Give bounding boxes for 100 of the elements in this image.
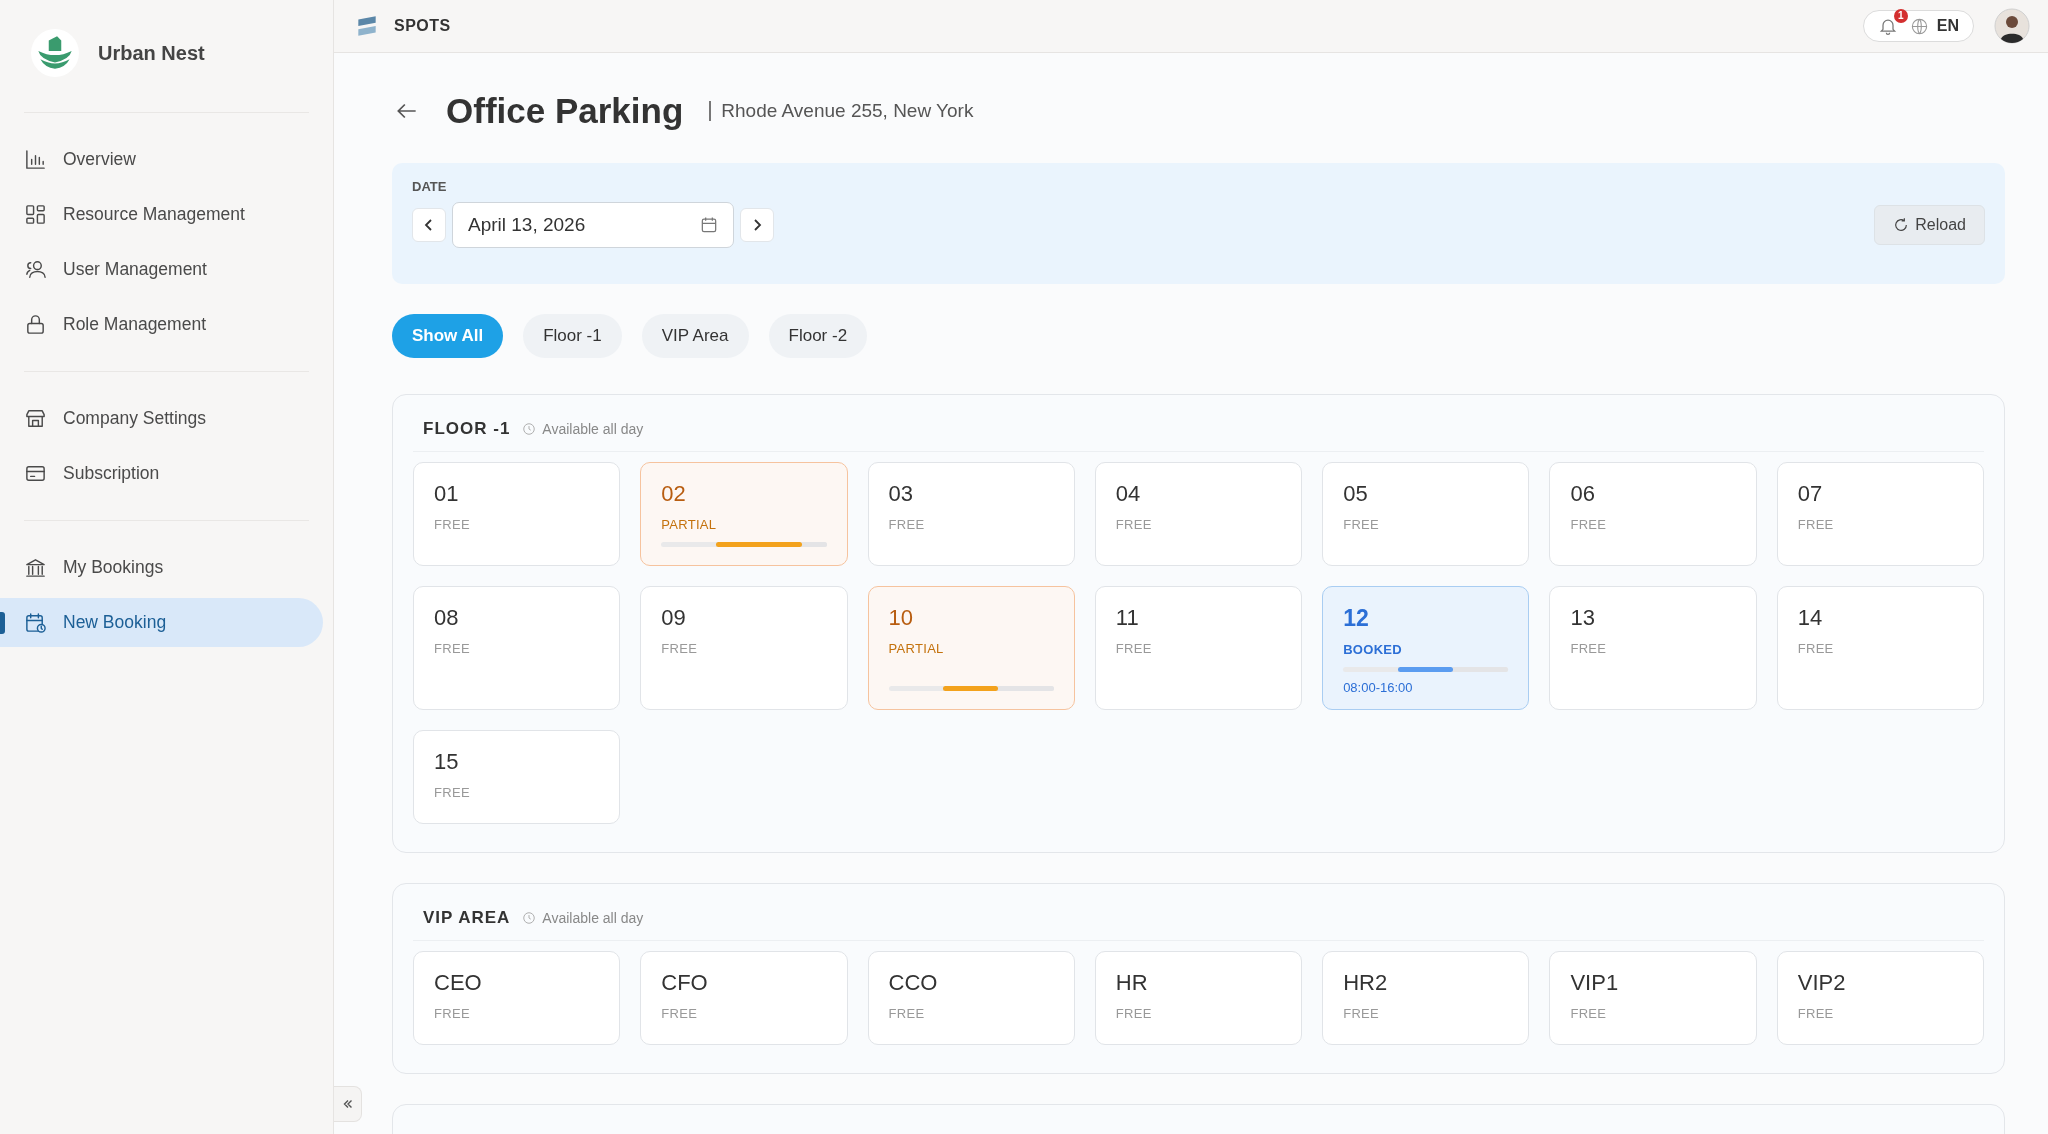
spot-number: 11 bbox=[1115, 605, 1140, 631]
spot-number: 05 bbox=[1343, 481, 1369, 507]
address: Rhode Avenue 255, New York bbox=[709, 101, 974, 121]
filter-chip[interactable]: VIP Area bbox=[641, 314, 749, 358]
parking-spot-card[interactable]: 03 FREE bbox=[867, 462, 1075, 566]
spot-number: CEO bbox=[434, 970, 483, 996]
spot-status: FREE bbox=[1115, 517, 1153, 532]
parking-spot-card[interactable]: 12 BOOKED 08:00-16:00 bbox=[1322, 586, 1530, 710]
spot-status: BOOKED bbox=[1343, 642, 1403, 657]
parking-spot-card[interactable]: 15 FREE bbox=[413, 730, 621, 824]
parking-spot-card[interactable]: 14 FREE bbox=[1776, 586, 1984, 710]
lock-icon bbox=[24, 313, 47, 336]
parking-spot-card[interactable]: VIP2 FREE bbox=[1776, 951, 1984, 1045]
spot-number: HR bbox=[1115, 970, 1149, 996]
spot-status: FREE bbox=[434, 1006, 471, 1021]
spot-status: FREE bbox=[1343, 1006, 1380, 1021]
spot-number: CFO bbox=[661, 970, 709, 996]
sidebar-item[interactable]: Role Management bbox=[0, 300, 323, 349]
notification-badge: 1 bbox=[1893, 9, 1908, 23]
spot-status: FREE bbox=[661, 641, 699, 656]
section-title: VIP AREA bbox=[423, 908, 511, 928]
spot-number: 10 bbox=[888, 605, 915, 631]
spot-status: PARTIAL bbox=[888, 641, 945, 656]
sidebar-item[interactable]: User Management bbox=[0, 245, 323, 294]
parking-spot-card[interactable]: CCO FREE bbox=[867, 951, 1075, 1045]
parking-spot-card[interactable]: CFO FREE bbox=[640, 951, 848, 1045]
parking-spot-card[interactable]: CEO FREE bbox=[413, 951, 621, 1045]
sidebar-item[interactable]: New Booking bbox=[0, 598, 323, 647]
calendar-icon bbox=[699, 215, 719, 235]
filter-chip[interactable]: Floor -1 bbox=[523, 314, 622, 358]
sidebar-item[interactable]: My Bookings bbox=[0, 543, 323, 592]
spot-status: FREE bbox=[434, 517, 471, 532]
spot-status: FREE bbox=[1570, 1006, 1608, 1021]
parking-spot-card[interactable]: 07 FREE bbox=[1776, 462, 1984, 566]
spot-number: VIP1 bbox=[1570, 970, 1620, 996]
spot-status: FREE bbox=[1343, 517, 1380, 532]
parking-spot-card[interactable]: 11 FREE bbox=[1094, 586, 1303, 710]
parking-spot-card[interactable]: 13 FREE bbox=[1549, 586, 1757, 710]
spot-status: FREE bbox=[888, 517, 926, 532]
brand-name: Urban Nest bbox=[98, 41, 205, 65]
parking-spot-card[interactable]: HR FREE bbox=[1094, 951, 1303, 1045]
parking-spot-card[interactable]: VIP1 FREE bbox=[1549, 951, 1757, 1045]
previous-day-button[interactable] bbox=[412, 208, 446, 242]
spot-number: 14 bbox=[1797, 605, 1824, 631]
spot-number: 02 bbox=[661, 481, 687, 507]
sidebar-item[interactable]: Resource Management bbox=[0, 190, 323, 239]
app-name: SPOTS bbox=[394, 17, 451, 35]
spot-status: FREE bbox=[1570, 517, 1608, 532]
spot-number: 09 bbox=[661, 605, 687, 631]
globe-icon bbox=[1909, 16, 1929, 36]
spot-status: FREE bbox=[1570, 641, 1608, 656]
bar-chart-icon bbox=[24, 148, 47, 171]
parking-spot-card[interactable]: 08 FREE bbox=[413, 586, 621, 710]
availability-note: Available all day bbox=[542, 421, 644, 437]
next-day-button[interactable] bbox=[740, 208, 774, 242]
booking-time: 08:00-16:00 bbox=[1343, 680, 1414, 695]
logo-icon bbox=[30, 28, 80, 78]
spot-status: FREE bbox=[888, 1006, 926, 1021]
spot-number: 13 bbox=[1570, 605, 1596, 631]
parking-spot-card[interactable]: 01 FREE bbox=[413, 462, 621, 566]
sidebar-item[interactable]: Company Settings bbox=[0, 394, 323, 443]
parking-spot-card[interactable]: 05 FREE bbox=[1322, 462, 1530, 566]
reload-button[interactable]: Reload bbox=[1874, 205, 1985, 245]
spot-number: VIP2 bbox=[1797, 970, 1847, 996]
parking-spot-card[interactable]: 04 FREE bbox=[1094, 462, 1303, 566]
page-title: Office Parking bbox=[446, 91, 684, 131]
date-label: DATE bbox=[412, 179, 448, 194]
spot-status: FREE bbox=[1115, 1006, 1153, 1021]
parking-spot-card[interactable]: 06 FREE bbox=[1549, 462, 1757, 566]
reload-icon bbox=[1893, 217, 1910, 233]
sidebar-item[interactable]: Overview bbox=[0, 135, 323, 184]
parking-spot-card[interactable]: 09 FREE bbox=[640, 586, 848, 710]
clock-icon bbox=[522, 911, 537, 925]
availability-note: Available all day bbox=[542, 910, 644, 926]
spot-status: FREE bbox=[434, 785, 471, 800]
grid-icon bbox=[24, 203, 47, 226]
spot-number: 01 bbox=[434, 481, 460, 507]
calendar-clock-icon bbox=[24, 611, 47, 634]
spot-status: FREE bbox=[1797, 1006, 1835, 1021]
language-button[interactable]: EN bbox=[1909, 16, 1959, 36]
parking-spot-card[interactable]: 10 PARTIAL bbox=[867, 586, 1075, 710]
parking-spot-card[interactable]: HR2 FREE bbox=[1322, 951, 1530, 1045]
avatar-icon[interactable] bbox=[1994, 8, 2030, 44]
spot-number: 15 bbox=[434, 749, 460, 775]
spot-status: FREE bbox=[1797, 641, 1835, 656]
spot-status: PARTIAL bbox=[661, 517, 718, 532]
date-field[interactable]: April 13, 2026 bbox=[452, 202, 734, 248]
parking-spot-card[interactable]: 02 PARTIAL bbox=[640, 462, 848, 566]
spot-number: CCO bbox=[888, 970, 939, 996]
users-icon bbox=[24, 258, 47, 281]
spot-status: FREE bbox=[1115, 641, 1153, 656]
spot-number: 04 bbox=[1115, 481, 1142, 507]
spot-status: FREE bbox=[434, 641, 471, 656]
spot-number: 03 bbox=[888, 481, 915, 507]
spot-number: 07 bbox=[1797, 481, 1824, 507]
sidebar-item[interactable]: Subscription bbox=[0, 449, 323, 498]
filter-chip[interactable]: Floor -2 bbox=[768, 314, 868, 358]
storefront-icon bbox=[24, 407, 47, 430]
spot-number: HR2 bbox=[1343, 970, 1389, 996]
spot-number: 08 bbox=[434, 605, 460, 631]
